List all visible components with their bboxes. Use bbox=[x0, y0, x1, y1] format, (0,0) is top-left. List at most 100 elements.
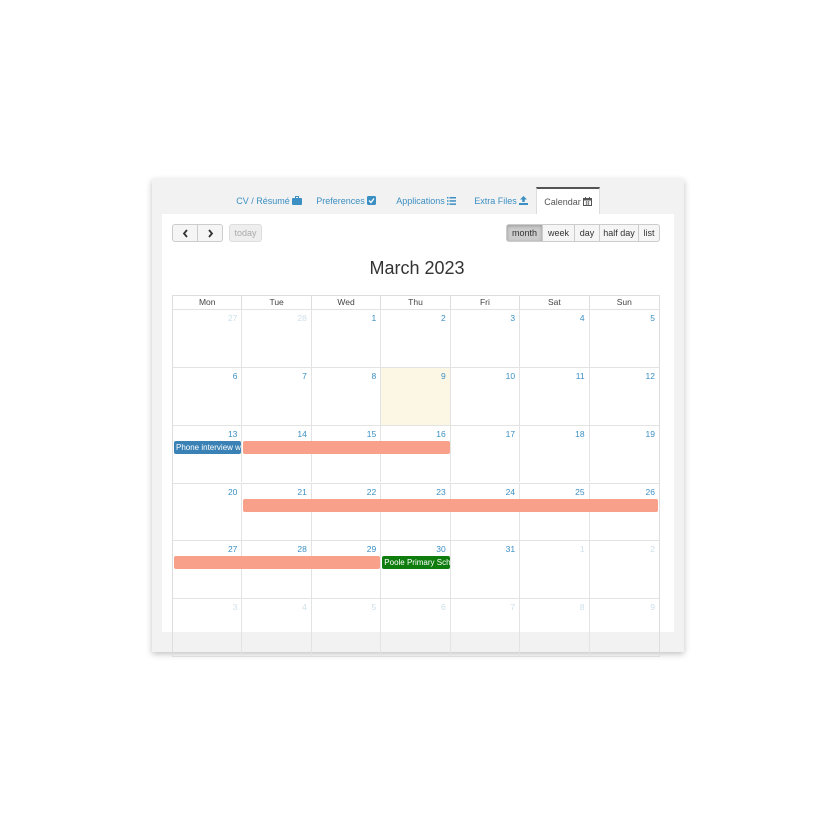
day-cell[interactable]: 10 bbox=[450, 366, 521, 425]
day-cell[interactable]: 18 bbox=[520, 424, 590, 483]
day-number[interactable]: 2 bbox=[650, 544, 655, 554]
day-cell[interactable]: 5 bbox=[311, 598, 382, 656]
day-number[interactable]: 24 bbox=[506, 487, 515, 497]
day-number[interactable]: 10 bbox=[506, 371, 515, 381]
day-cell[interactable]: 6 bbox=[173, 366, 243, 425]
view-week-button[interactable]: week bbox=[542, 224, 575, 242]
calendar-event[interactable]: Phone interview w bbox=[174, 440, 242, 454]
day-cell[interactable]: 19 bbox=[589, 424, 659, 483]
day-number[interactable]: 14 bbox=[297, 429, 306, 439]
day-cell[interactable]: 8 bbox=[520, 598, 590, 656]
day-cell[interactable]: 1 bbox=[520, 540, 590, 599]
day-cell[interactable]: 4 bbox=[520, 309, 590, 367]
day-cell[interactable]: 7 bbox=[450, 598, 521, 656]
day-number[interactable]: 4 bbox=[580, 313, 585, 323]
day-number[interactable]: 9 bbox=[650, 602, 655, 612]
day-cell[interactable]: 9 bbox=[381, 366, 451, 425]
tab-cv-resume[interactable]: CV / Résumé bbox=[234, 187, 304, 214]
day-cell[interactable]: 3 bbox=[173, 598, 243, 656]
day-number[interactable]: 8 bbox=[372, 371, 377, 381]
calendar-event[interactable]: Poole Primary Sch bbox=[382, 556, 450, 570]
day-number[interactable]: 25 bbox=[575, 487, 584, 497]
day-number[interactable]: 26 bbox=[646, 487, 655, 497]
day-number[interactable]: 6 bbox=[441, 602, 446, 612]
weekday-header: Mon bbox=[173, 296, 243, 309]
page-title: March 2023 bbox=[369, 258, 465, 278]
tab-extra-files[interactable]: Extra Files bbox=[472, 187, 530, 214]
day-cell[interactable]: 31 bbox=[450, 540, 521, 599]
chevron-left-icon bbox=[182, 228, 188, 238]
day-cell[interactable]: 7 bbox=[242, 366, 312, 425]
day-number[interactable]: 22 bbox=[367, 487, 376, 497]
day-number[interactable]: 28 bbox=[297, 313, 306, 323]
calendar-event[interactable] bbox=[174, 556, 381, 570]
day-number[interactable]: 27 bbox=[228, 544, 237, 554]
day-cell[interactable]: 11 bbox=[520, 366, 590, 425]
calendar-icon bbox=[582, 197, 592, 206]
day-number[interactable]: 17 bbox=[506, 429, 515, 439]
check-square-icon bbox=[366, 196, 376, 205]
day-number[interactable]: 18 bbox=[575, 429, 584, 439]
day-number[interactable]: 2 bbox=[441, 313, 446, 323]
day-number[interactable]: 3 bbox=[510, 313, 515, 323]
tab-preferences[interactable]: Preferences bbox=[315, 187, 377, 214]
day-cell[interactable]: 4 bbox=[242, 598, 312, 656]
day-cell[interactable]: 2 bbox=[589, 540, 659, 598]
tab-label: Preferences bbox=[316, 195, 365, 206]
next-month-button[interactable] bbox=[197, 224, 223, 242]
day-number[interactable]: 5 bbox=[372, 602, 377, 612]
day-number[interactable]: 8 bbox=[580, 602, 585, 612]
day-cell[interactable]: 30 bbox=[381, 540, 451, 599]
day-number[interactable]: 21 bbox=[297, 487, 306, 497]
day-cell[interactable]: 1 bbox=[311, 309, 382, 367]
tab-calendar[interactable]: Calendar bbox=[536, 187, 600, 214]
view-month-button[interactable]: month bbox=[506, 224, 543, 242]
view-day-button[interactable]: day bbox=[574, 224, 600, 242]
day-number[interactable]: 30 bbox=[436, 544, 445, 554]
day-number[interactable]: 4 bbox=[302, 602, 307, 612]
view-half-day-button[interactable]: half day bbox=[599, 224, 639, 242]
today-button[interactable]: today bbox=[229, 224, 262, 242]
day-cell[interactable]: 20 bbox=[173, 482, 243, 541]
day-number[interactable]: 20 bbox=[228, 487, 237, 497]
day-number[interactable]: 6 bbox=[233, 371, 238, 381]
day-number[interactable]: 16 bbox=[436, 429, 445, 439]
day-cell[interactable]: 9 bbox=[589, 598, 659, 656]
chevron-right-icon bbox=[207, 228, 213, 238]
day-cell[interactable]: 5 bbox=[589, 309, 659, 367]
day-cell[interactable]: 29 bbox=[311, 540, 382, 599]
day-number[interactable]: 19 bbox=[646, 429, 655, 439]
day-number[interactable]: 1 bbox=[372, 313, 377, 323]
day-cell[interactable]: 27 bbox=[173, 309, 243, 367]
day-number[interactable]: 7 bbox=[510, 602, 515, 612]
day-cell[interactable]: 2 bbox=[381, 309, 451, 367]
day-cell[interactable]: 3 bbox=[450, 309, 521, 367]
calendar-event[interactable] bbox=[243, 498, 658, 512]
day-number[interactable]: 7 bbox=[302, 371, 307, 381]
prev-month-button[interactable] bbox=[172, 224, 198, 242]
day-cell[interactable]: 6 bbox=[381, 598, 451, 656]
day-number[interactable]: 31 bbox=[506, 544, 515, 554]
day-cell[interactable]: 28 bbox=[242, 309, 312, 367]
tab-applications[interactable]: Applications bbox=[392, 187, 460, 214]
day-number[interactable]: 9 bbox=[441, 371, 446, 381]
day-cell[interactable]: 17 bbox=[450, 424, 521, 483]
day-cell[interactable]: 27 bbox=[173, 540, 243, 599]
day-number[interactable]: 1 bbox=[580, 544, 585, 554]
day-number[interactable]: 5 bbox=[650, 313, 655, 323]
day-cell[interactable]: 8 bbox=[311, 366, 382, 425]
weekday-header: Wed bbox=[312, 296, 382, 309]
day-number[interactable]: 28 bbox=[297, 544, 306, 554]
day-number[interactable]: 3 bbox=[233, 602, 238, 612]
calendar-event[interactable] bbox=[243, 440, 450, 454]
day-cell[interactable]: 12 bbox=[589, 366, 659, 425]
day-number[interactable]: 29 bbox=[367, 544, 376, 554]
day-number[interactable]: 11 bbox=[576, 371, 585, 381]
day-number[interactable]: 23 bbox=[436, 487, 445, 497]
day-cell[interactable]: 28 bbox=[242, 540, 312, 599]
day-number[interactable]: 15 bbox=[367, 429, 376, 439]
day-number[interactable]: 13 bbox=[228, 429, 237, 439]
day-number[interactable]: 27 bbox=[228, 313, 237, 323]
day-number[interactable]: 12 bbox=[646, 371, 655, 381]
view-list-button[interactable]: list bbox=[638, 224, 660, 242]
